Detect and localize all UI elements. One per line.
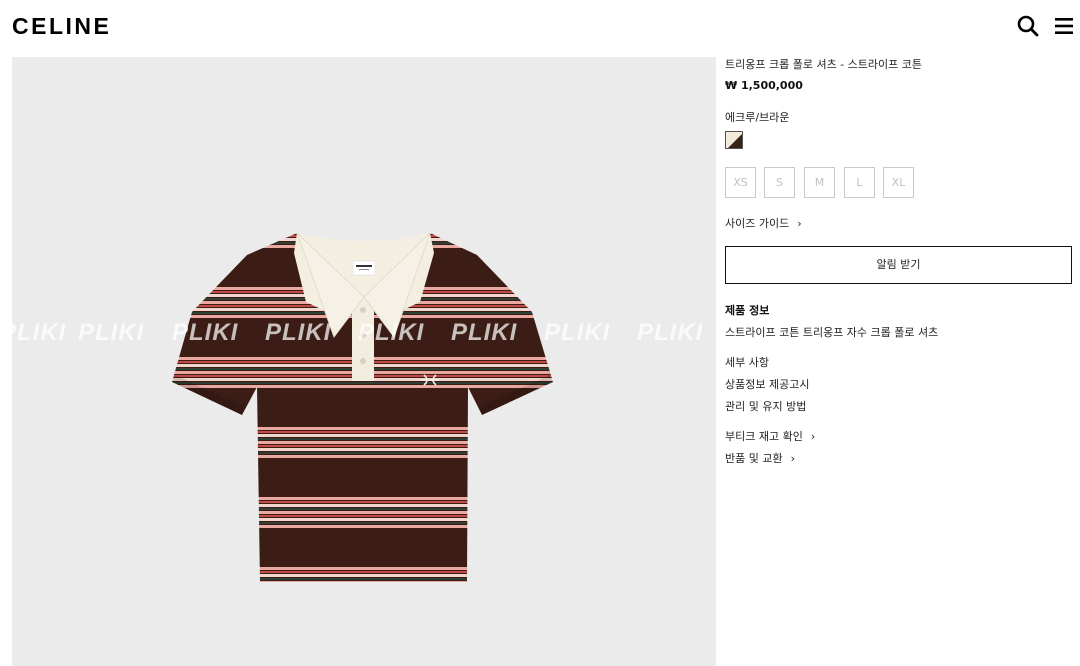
brand-logo[interactable]: CELINE — [12, 13, 111, 40]
size-selector: XS S M L XL — [725, 167, 1073, 198]
section-title: 제품 정보 — [725, 304, 770, 317]
chevron-right-icon: › — [810, 430, 816, 443]
size-option-m[interactable]: M — [804, 167, 835, 198]
boutique-stock-label: 부티크 재고 확인 — [725, 430, 803, 443]
search-icon[interactable] — [1016, 14, 1040, 38]
size-option-l[interactable]: L — [844, 167, 875, 198]
polo-shirt-image — [172, 232, 553, 582]
returns-label: 반품 및 교환 — [725, 452, 783, 465]
care-link[interactable]: 관리 및 유지 방법 — [725, 398, 806, 414]
color-name: 에크루/브라운 — [725, 111, 790, 124]
product-title: 트리옹프 크롭 폴로 셔츠 - 스트라이프 코튼 — [725, 58, 922, 71]
hamburger-menu-icon[interactable] — [1052, 14, 1076, 38]
returns-link[interactable]: 반품 및 교환 › — [725, 450, 795, 466]
size-option-xl[interactable]: XL — [883, 167, 914, 198]
chevron-right-icon: › — [790, 452, 795, 465]
chevron-right-icon: › — [797, 217, 802, 230]
product-image[interactable]: PLIKI PLIKI PLIKI PLIKI PLIKI PLIKI PLIK… — [12, 57, 716, 666]
size-guide-label: 사이즈 가이드 — [725, 217, 790, 230]
notify-button[interactable]: 알림 받기 — [725, 246, 1072, 284]
size-option-s[interactable]: S — [764, 167, 795, 198]
product-description: 스트라이프 코튼 트리옹프 자수 크롭 폴로 셔츠 — [725, 326, 939, 339]
size-option-xs[interactable]: XS — [725, 167, 756, 198]
product-price: ₩ 1,500,000 — [725, 79, 803, 92]
size-guide-link[interactable]: 사이즈 가이드 › — [725, 215, 802, 231]
site-header: CELINE — [0, 0, 1080, 52]
details-link[interactable]: 세부 사항 — [725, 354, 769, 370]
color-swatch[interactable] — [725, 131, 743, 149]
boutique-stock-link[interactable]: 부티크 재고 확인 › — [725, 428, 815, 444]
product-notice-link[interactable]: 상품정보 제공고시 — [725, 376, 809, 392]
